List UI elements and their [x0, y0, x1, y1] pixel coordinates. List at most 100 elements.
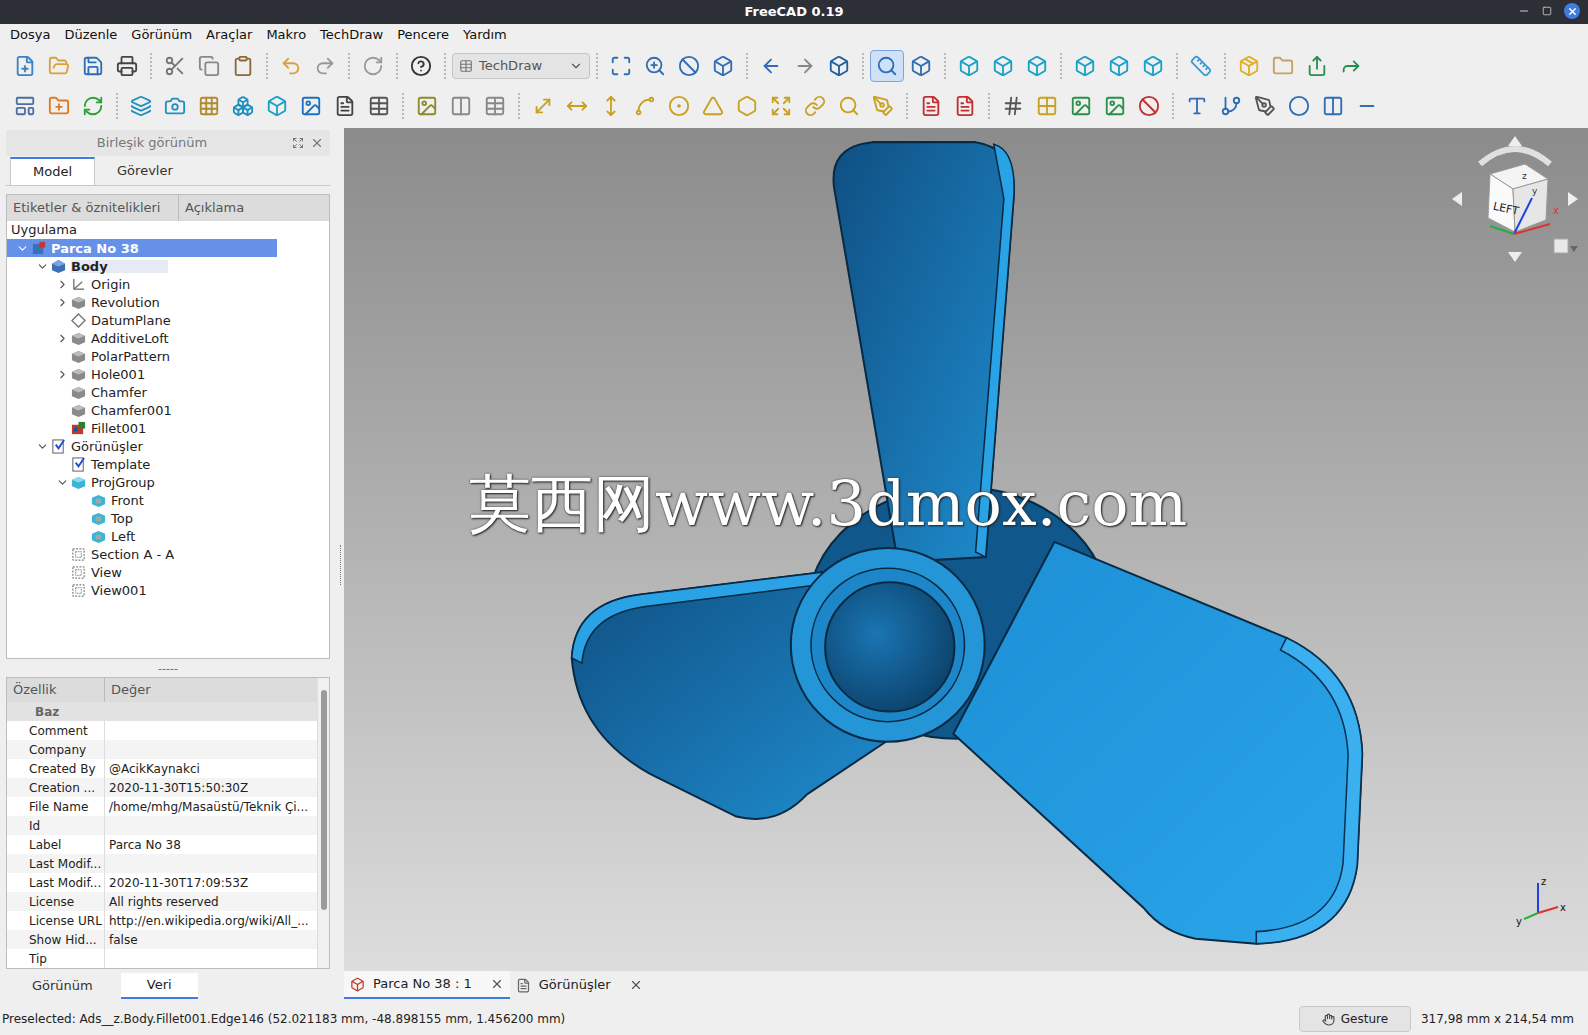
toolbar-button[interactable] [410, 90, 444, 122]
toolbar-button[interactable] [308, 50, 342, 82]
toolbar-button[interactable] [996, 90, 1030, 122]
toolbar-button[interactable] [1020, 50, 1054, 82]
toolbar-button[interactable] [638, 50, 672, 82]
toolbar-button[interactable] [662, 90, 696, 122]
toolbar-button[interactable] [76, 90, 110, 122]
float-panel-icon[interactable] [292, 137, 304, 149]
toolbar-button[interactable] [696, 90, 730, 122]
property-group[interactable]: Baz [7, 702, 317, 721]
toolbar-button[interactable] [952, 50, 986, 82]
property-row[interactable]: Last Modif...2020-11-30T17:09:53Z [7, 873, 317, 892]
workbench-dropdown[interactable]: TechDraw [452, 53, 590, 79]
toolbar-button[interactable] [628, 90, 662, 122]
toolbar-button[interactable] [526, 90, 560, 122]
close-button[interactable] [1564, 3, 1580, 19]
property-row[interactable]: Show Hid...false [7, 930, 317, 949]
toolbar-button[interactable] [274, 50, 308, 82]
toolbar-button[interactable] [914, 90, 948, 122]
toolbar-button[interactable] [1334, 50, 1368, 82]
toolbar-button[interactable] [76, 50, 110, 82]
navigation-cube-icon[interactable]: LEFTzxy [1450, 134, 1580, 264]
minimize-icon[interactable] [1518, 5, 1530, 17]
menu-item[interactable]: Düzenle [58, 25, 123, 45]
expand-arrow-icon[interactable] [56, 296, 69, 309]
collapse-arrow-icon[interactable] [36, 260, 49, 273]
toolbar-button[interactable] [294, 90, 328, 122]
document-tab[interactable]: Görünüşler [510, 971, 649, 999]
toolbar-button[interactable] [158, 90, 192, 122]
toolbar-button[interactable] [1300, 50, 1334, 82]
toolbar-button[interactable] [1248, 90, 1282, 122]
toolbar-button[interactable] [260, 90, 294, 122]
toolbar-button[interactable] [764, 90, 798, 122]
property-row[interactable]: File Name/home/mhg/Masaüstü/Teknik Çi... [7, 797, 317, 816]
collapse-arrow-icon[interactable] [16, 242, 29, 255]
toolbar-button[interactable] [832, 90, 866, 122]
toolbar-button[interactable] [754, 50, 788, 82]
toolbar-button[interactable] [604, 50, 638, 82]
tree-item[interactable]: Revolution [7, 293, 329, 311]
toolbar-button[interactable] [478, 90, 512, 122]
toolbar-button[interactable] [594, 90, 628, 122]
tree-item[interactable]: Fillet001 [7, 419, 329, 437]
toolbar-button[interactable] [866, 90, 900, 122]
combo-tab[interactable]: Görevler [95, 157, 195, 185]
toolbar-button[interactable] [706, 50, 740, 82]
toolbar-button[interactable] [730, 90, 764, 122]
toolbar-button[interactable] [226, 90, 260, 122]
toolbar-button[interactable] [1184, 50, 1218, 82]
tree-item[interactable]: DatumPlane [7, 311, 329, 329]
collapse-arrow-icon[interactable] [36, 440, 49, 453]
tree-item[interactable]: View [7, 563, 329, 581]
property-row[interactable]: License URLhttp://en.wikipedia.org/wiki/… [7, 911, 317, 930]
property-row[interactable]: Company [7, 740, 317, 759]
property-row[interactable]: LabelParca No 38 [7, 835, 317, 854]
toolbar-button[interactable] [1350, 90, 1384, 122]
menu-item[interactable]: Pencere [391, 25, 455, 45]
toolbar-button[interactable] [986, 50, 1020, 82]
property-tab[interactable]: Görünüm [6, 973, 119, 999]
property-scrollbar[interactable] [317, 678, 329, 968]
tree-item[interactable]: Chamfer [7, 383, 329, 401]
menu-item[interactable]: Araçlar [200, 25, 258, 45]
toolbar-button[interactable] [1098, 90, 1132, 122]
tree-item[interactable]: Parca No 38 [7, 239, 329, 257]
close-tab-icon[interactable] [629, 978, 643, 992]
toolbar-button[interactable] [560, 90, 594, 122]
tree-item[interactable]: Origin [7, 275, 329, 293]
tree-item[interactable]: AdditiveLoft [7, 329, 329, 347]
propeller-model[interactable] [344, 128, 1588, 971]
tree-item[interactable]: View001 [7, 581, 329, 599]
toolbar-button[interactable] [444, 90, 478, 122]
tree-item[interactable]: Front [7, 491, 329, 509]
document-tab[interactable]: Parca No 38 : 1 [344, 971, 510, 999]
toolbar-button[interactable] [226, 50, 260, 82]
collapse-arrow-icon[interactable] [56, 476, 69, 489]
tree-item[interactable]: Left [7, 527, 329, 545]
toolbar-button[interactable] [672, 50, 706, 82]
toolbar-button[interactable] [870, 50, 904, 82]
expand-arrow-icon[interactable] [56, 332, 69, 345]
toolbar-button[interactable] [192, 50, 226, 82]
expand-arrow-icon[interactable] [56, 278, 69, 291]
toolbar-button[interactable] [8, 90, 42, 122]
navigation-cube[interactable]: LEFTzxy [1450, 134, 1580, 264]
tree-item[interactable]: Görünüşler [7, 437, 329, 455]
tree-item[interactable]: ProjGroup [7, 473, 329, 491]
3d-viewport[interactable]: 莫西网www.3dmox.comLEFTzxyzyx [344, 128, 1588, 971]
tree-item[interactable]: Hole001 [7, 365, 329, 383]
toolbar-button[interactable] [1232, 50, 1266, 82]
toolbar-button[interactable] [822, 50, 856, 82]
menu-item[interactable]: Makro [260, 25, 312, 45]
navigation-style-button[interactable]: Gesture [1299, 1006, 1411, 1032]
toolbar-button[interactable] [1030, 90, 1064, 122]
toolbar-button[interactable] [42, 50, 76, 82]
toolbar-button[interactable] [1102, 50, 1136, 82]
toolbar-button[interactable] [158, 50, 192, 82]
tree-item[interactable]: Section A - A [7, 545, 329, 563]
toolbar-button[interactable] [42, 90, 76, 122]
tree-item[interactable]: PolarPattern [7, 347, 329, 365]
toolbar-button[interactable] [798, 90, 832, 122]
expand-arrow-icon[interactable] [56, 368, 69, 381]
toolbar-button[interactable] [1064, 90, 1098, 122]
